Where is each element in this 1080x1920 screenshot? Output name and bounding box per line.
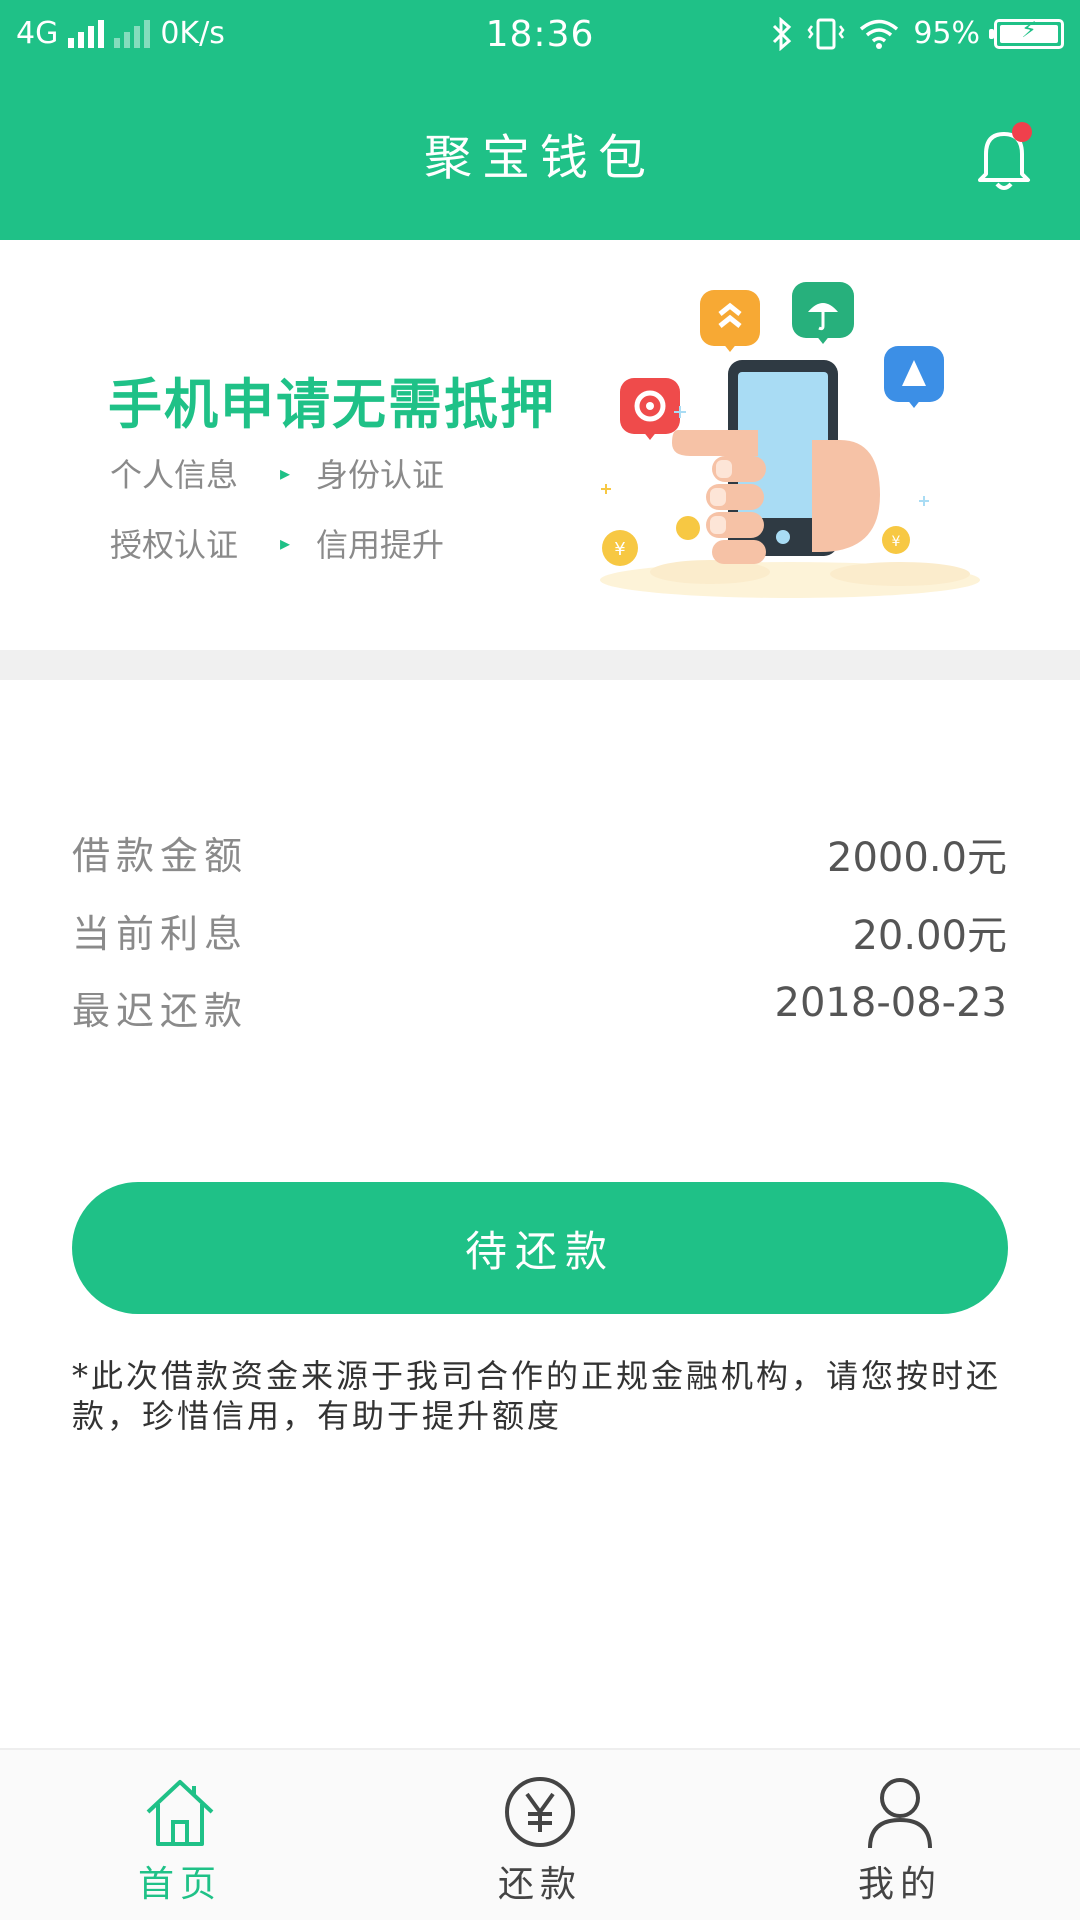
arrow-right-icon: ▸ (280, 531, 291, 555)
tab-repay-label: 还款 (497, 1864, 582, 1905)
battery-icon: ⚡ (989, 18, 1064, 49)
vibrate-icon (807, 18, 845, 49)
banner-steps-row-1: 个人信息 ▸ 身份认证 (110, 450, 444, 496)
funding-notice: *此次借款资金来源于我司合作的正规金融机构，请您按时还款，珍惜信用，有助于提升额… (72, 1357, 1002, 1435)
due-date-label: 最迟还款 (72, 989, 249, 1033)
bell-icon[interactable] (972, 120, 1036, 196)
svg-text:¥: ¥ (892, 534, 901, 550)
section-divider (0, 650, 1080, 680)
wifi-icon (860, 19, 899, 49)
loan-amount-label: 借款金额 (72, 834, 249, 878)
battery-percent: 95% (913, 16, 980, 51)
status-bar: 4G 0K/s 18:36 95% ⚡ (0, 0, 1080, 72)
svg-text:¥: ¥ (614, 539, 625, 560)
status-right: 95% ⚡ (771, 16, 1064, 51)
pending-repayment-button[interactable]: 待还款 (72, 1182, 1008, 1314)
step-label: 个人信息 (110, 456, 239, 494)
interest-label: 当前利息 (72, 912, 249, 956)
bluetooth-icon (773, 16, 792, 51)
step-label: 身份认证 (316, 456, 445, 494)
bottom-tab-bar: 首页 还款 我的 (0, 1748, 1080, 1920)
user-icon (868, 1778, 932, 1849)
due-date-value: 2018-08-23 (774, 980, 1007, 1026)
loan-amount-row: 借款金额 2000.0元 (72, 825, 1007, 885)
promo-banner[interactable]: 手机申请无需抵押 个人信息 ▸ 身份认证 授权认证 ▸ 信用提升 ¥ ¥ (0, 240, 1080, 650)
arrow-right-icon: ▸ (280, 461, 291, 485)
interest-row: 当前利息 20.00元 (72, 903, 1007, 963)
app-title: 聚宝钱包 (423, 130, 656, 186)
home-icon (146, 1780, 214, 1846)
tab-home-label: 首页 (137, 1864, 222, 1905)
tab-profile-label: 我的 (857, 1864, 942, 1905)
tab-profile[interactable]: 我的 (720, 1750, 1080, 1920)
due-date-row: 最迟还款 2018-08-23 (72, 980, 1007, 1040)
tab-repay[interactable]: 还款 (360, 1750, 720, 1920)
banner-headline: 手机申请无需抵押 (108, 373, 556, 436)
tab-home[interactable]: 首页 (0, 1750, 360, 1920)
banner-steps-row-2: 授权认证 ▸ 信用提升 (110, 520, 444, 566)
yen-circle-icon (505, 1777, 575, 1847)
interest-value: 20.00元 (852, 913, 1007, 959)
step-label: 授权认证 (110, 526, 239, 564)
step-label: 信用提升 (316, 526, 445, 564)
phone-hand-illustration: ¥ ¥ (600, 282, 980, 598)
loan-amount-value: 2000.0元 (827, 835, 1007, 881)
